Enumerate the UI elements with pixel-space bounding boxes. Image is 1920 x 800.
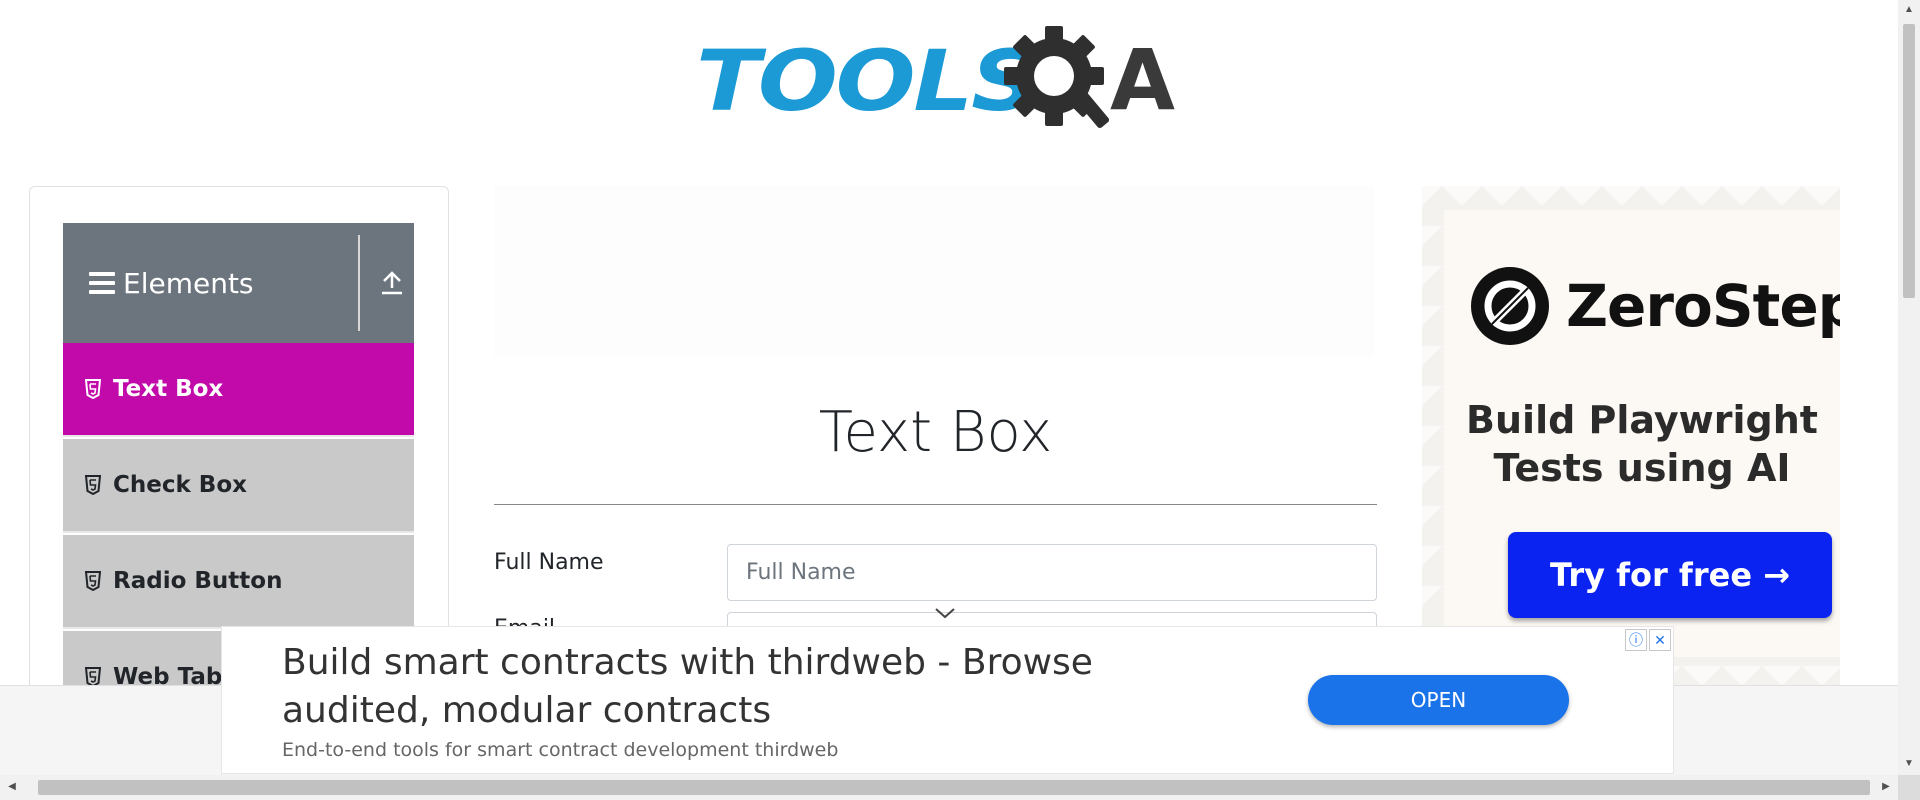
sidebar-item-radio-button[interactable]: Radio Button: [63, 535, 414, 629]
gear-magnifier-icon: [1004, 26, 1110, 129]
ad-brand-name: ZeroStep: [1566, 272, 1840, 340]
full-name-label: Full Name: [494, 550, 604, 575]
chevron-down-icon[interactable]: [934, 606, 956, 620]
horizontal-scroll-thumb[interactable]: [38, 780, 1870, 795]
scroll-right-icon[interactable]: ▶: [1880, 781, 1892, 793]
ad-info-icon[interactable]: ⓘ: [1625, 629, 1647, 651]
sidebar-item-label: Check Box: [113, 472, 247, 498]
full-name-placeholder: Full Name: [746, 560, 856, 585]
full-name-input[interactable]: Full Name: [727, 544, 1377, 601]
scroll-up-icon[interactable]: ▲: [1903, 4, 1915, 16]
sidebar-item-check-box[interactable]: Check Box: [63, 439, 414, 533]
vertical-scroll-thumb[interactable]: [1903, 24, 1915, 298]
html5-icon: [85, 571, 101, 591]
elements-group-header[interactable]: Elements: [63, 223, 414, 343]
logo-text-tools: TOOLS: [696, 32, 1039, 130]
scrollbar-corner: [1898, 775, 1920, 800]
html5-icon: [85, 379, 101, 399]
ad-tagline: Build Playwright Tests using AI: [1466, 398, 1818, 490]
logo-text-a: A: [1110, 31, 1176, 129]
title-divider: [494, 504, 1377, 505]
scroll-left-icon[interactable]: ◀: [6, 781, 18, 793]
sidebar-item-label: Text Box: [113, 376, 224, 402]
site-header: TOOLS A: [0, 0, 1898, 150]
scroll-down-icon[interactable]: ▼: [1903, 758, 1915, 770]
html5-icon: [85, 667, 101, 687]
ad-open-button[interactable]: OPEN: [1308, 675, 1569, 725]
menu-icon: [89, 272, 115, 294]
ad-close-icon[interactable]: ✕: [1649, 629, 1671, 651]
collapse-arrow-icon[interactable]: [370, 261, 414, 305]
header-divider: [358, 235, 360, 331]
thirdweb-ad[interactable]: Build smart contracts with thirdweb - Br…: [221, 626, 1674, 774]
ad-subtext: End-to-end tools for smart contract deve…: [282, 739, 839, 761]
zerostep-ad[interactable]: ZeroStep Build Playwright Tests using AI…: [1422, 186, 1840, 686]
ad-headline[interactable]: Build smart contracts with thirdweb - Br…: [282, 639, 1182, 735]
toolsqa-logo[interactable]: TOOLS A: [696, 22, 1182, 140]
page-title: Text Box: [818, 400, 1053, 465]
ad-controls: ⓘ ✕: [1625, 629, 1671, 651]
group-title: Elements: [123, 266, 254, 300]
try-for-free-button[interactable]: Try for free →: [1508, 532, 1832, 618]
zerostep-logo-icon: [1471, 267, 1549, 345]
sidebar-item-label: Radio Button: [113, 568, 283, 594]
sidebar-item-text-box[interactable]: Text Box: [63, 343, 414, 437]
html5-icon: [85, 475, 101, 495]
top-ad-slot: [494, 186, 1374, 356]
horizontal-scrollbar[interactable]: ◀ ▶: [0, 775, 1898, 800]
vertical-scrollbar[interactable]: ▲ ▼: [1898, 0, 1920, 775]
